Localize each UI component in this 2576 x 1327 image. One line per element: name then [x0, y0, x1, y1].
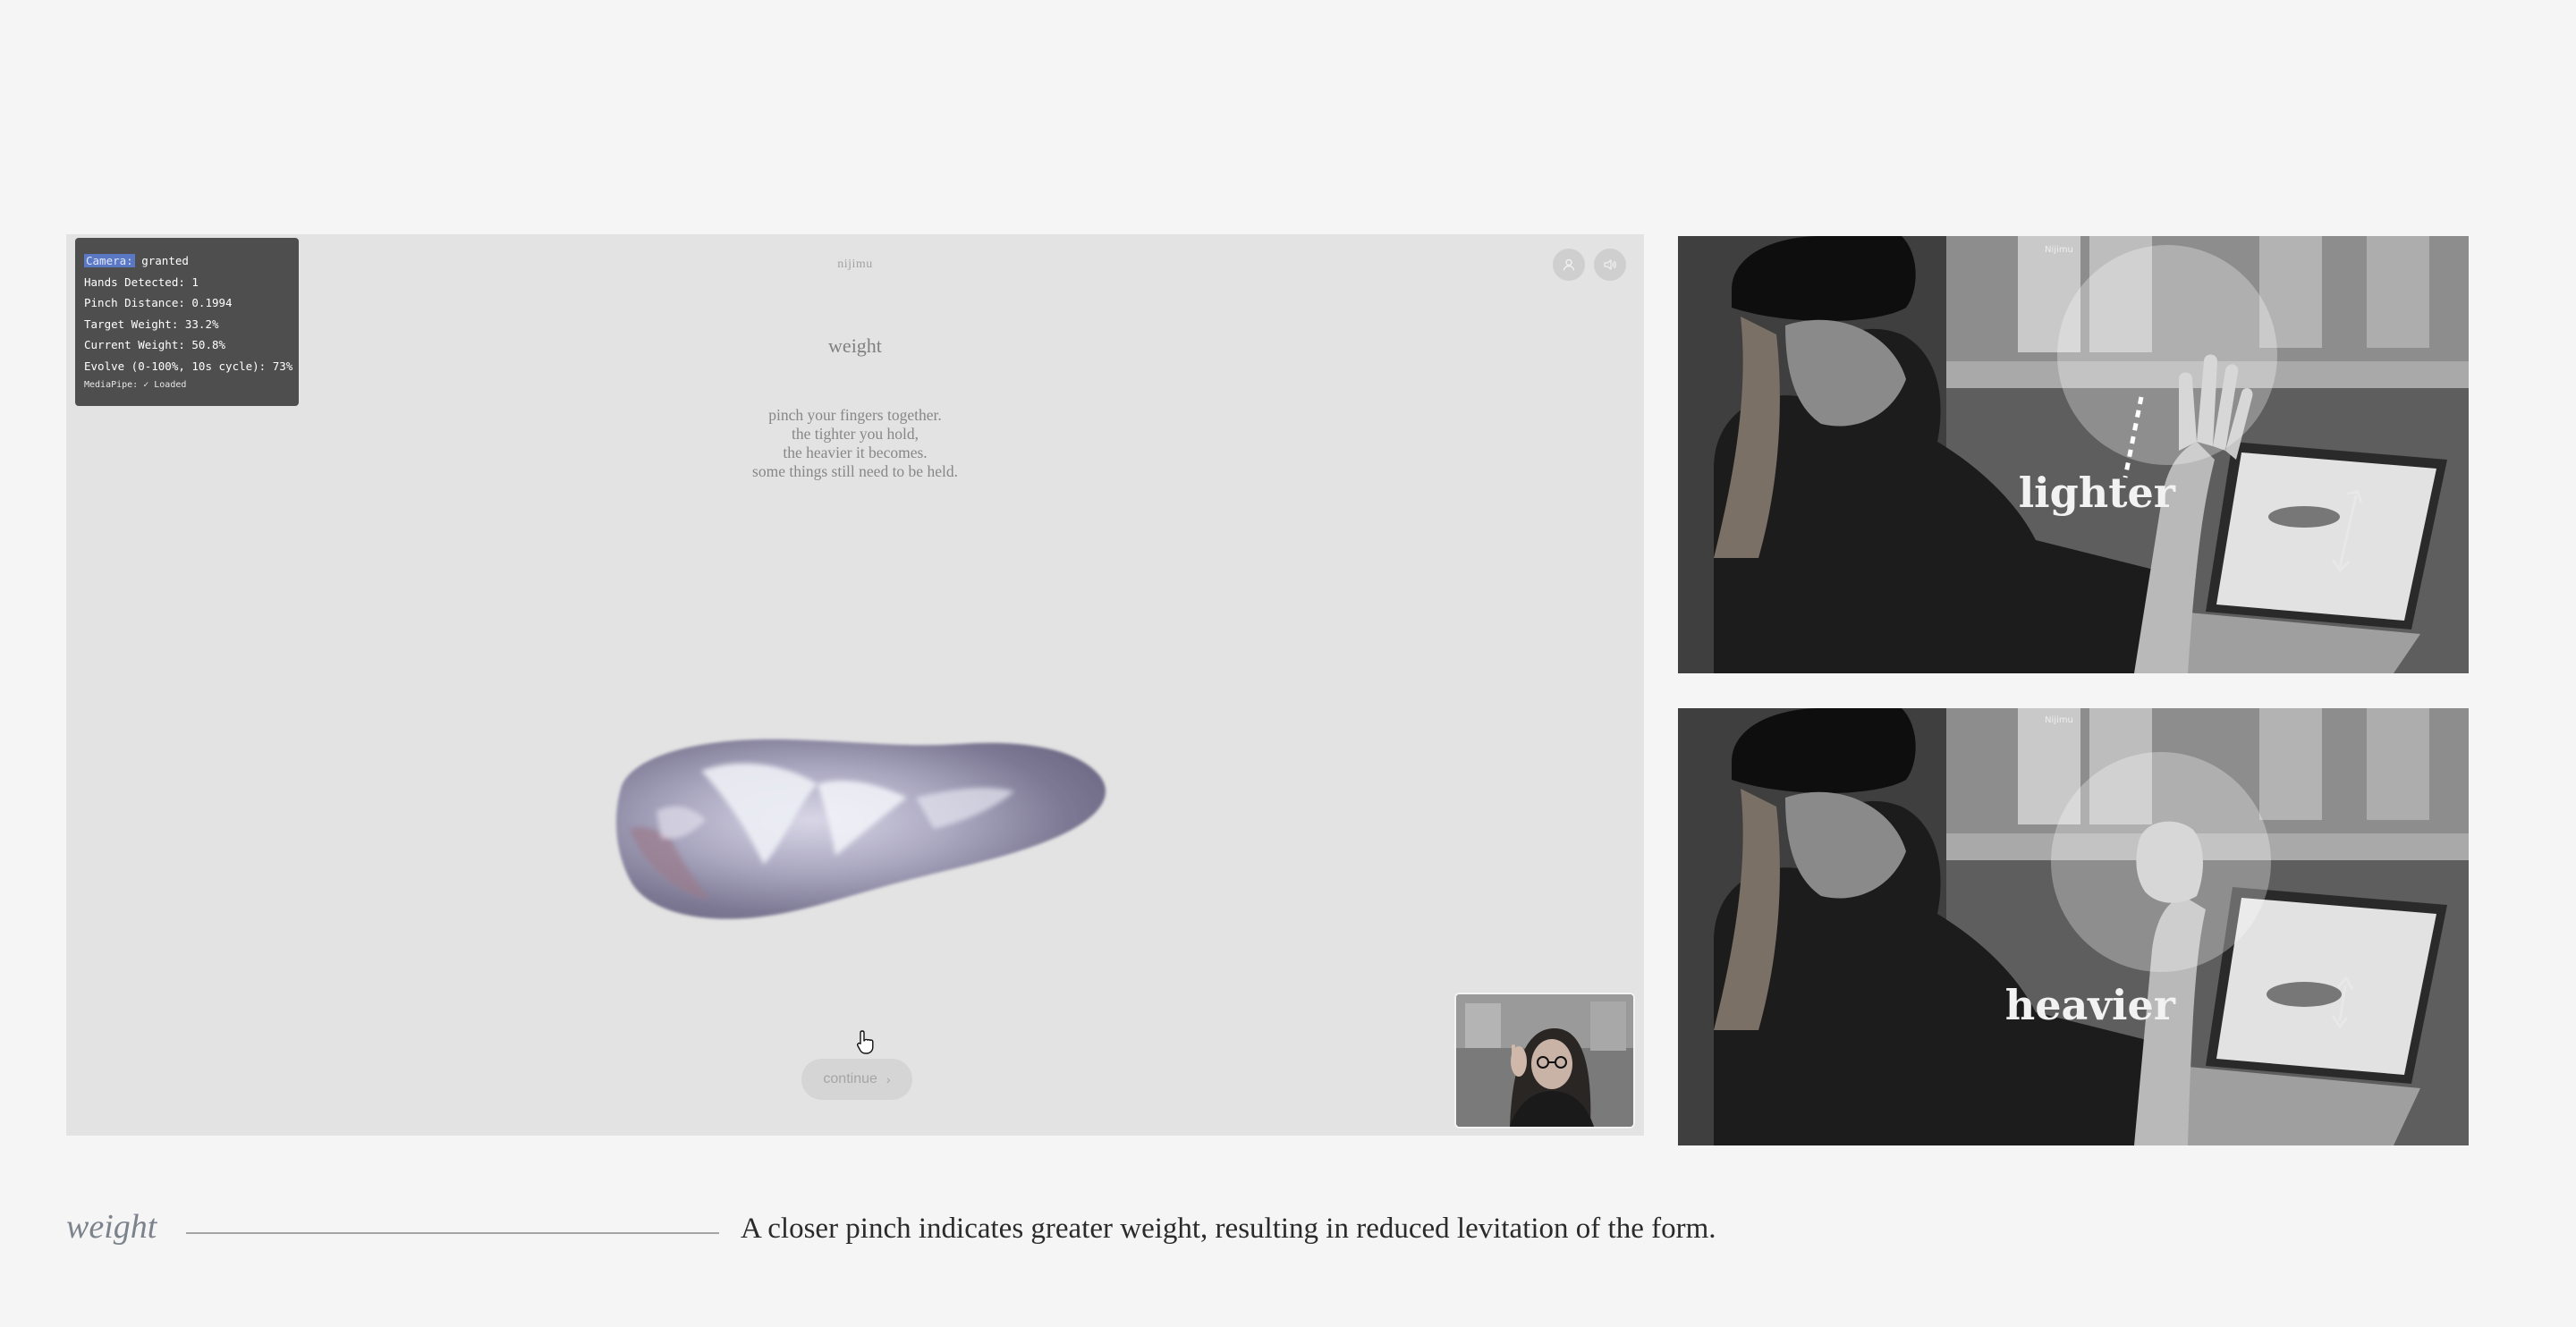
- chevron-right-icon: ›: [886, 1072, 891, 1086]
- caption-divider: [186, 1232, 719, 1234]
- photo-scene: [1678, 236, 2469, 673]
- instruction-line: the heavier it becomes.: [783, 444, 928, 461]
- continue-button[interactable]: continue ›: [801, 1059, 912, 1100]
- top-controls: [1553, 249, 1626, 281]
- instruction-line: some things still need to be held.: [752, 462, 958, 480]
- caption-title: weight: [66, 1208, 157, 1246]
- debug-target-weight: Target Weight: 33.2%: [84, 317, 219, 331]
- hand-cursor-icon: [856, 1030, 874, 1054]
- photo-screen-brand: Nijimu: [2045, 715, 2073, 725]
- app-screen: Camera: granted Hands Detected: 1 Pinch …: [66, 234, 1644, 1136]
- demo-photo-heavier: Nijimu heavier: [1678, 708, 2469, 1145]
- floating-blob: [615, 739, 1106, 919]
- photo-screen-brand: Nijimu: [2045, 245, 2073, 255]
- debug-mediapipe: MediaPipe: ✓ Loaded: [84, 380, 187, 390]
- continue-label: continue: [823, 1071, 877, 1086]
- page-title: weight: [828, 334, 882, 357]
- brand-logo: nijimu: [837, 258, 873, 271]
- camera-preview: [1454, 993, 1635, 1128]
- user-icon: [1563, 258, 1575, 271]
- sound-button[interactable]: [1594, 249, 1626, 281]
- demo-photo-lighter: Nijimu lighter: [1678, 236, 2469, 673]
- debug-evolve: Evolve (0-100%, 10s cycle): 73%: [84, 359, 293, 373]
- photo-scene: [1678, 708, 2469, 1145]
- photo-label-lighter: lighter: [2018, 469, 2175, 517]
- user-button[interactable]: [1553, 249, 1585, 281]
- sound-icon: [1604, 259, 1616, 270]
- debug-hands: Hands Detected: 1: [84, 275, 199, 289]
- caption-text: A closer pinch indicates greater weight,…: [741, 1213, 1716, 1245]
- photo-label-heavier: heavier: [2004, 981, 2175, 1029]
- instruction-line: pinch your fingers together.: [768, 406, 942, 424]
- instruction-text: pinch your fingers together. the tighter…: [66, 406, 1644, 481]
- webcam-image: [1456, 994, 1633, 1127]
- instruction-line: the tighter you hold,: [792, 425, 919, 443]
- debug-pinch: Pinch Distance: 0.1994: [84, 296, 233, 309]
